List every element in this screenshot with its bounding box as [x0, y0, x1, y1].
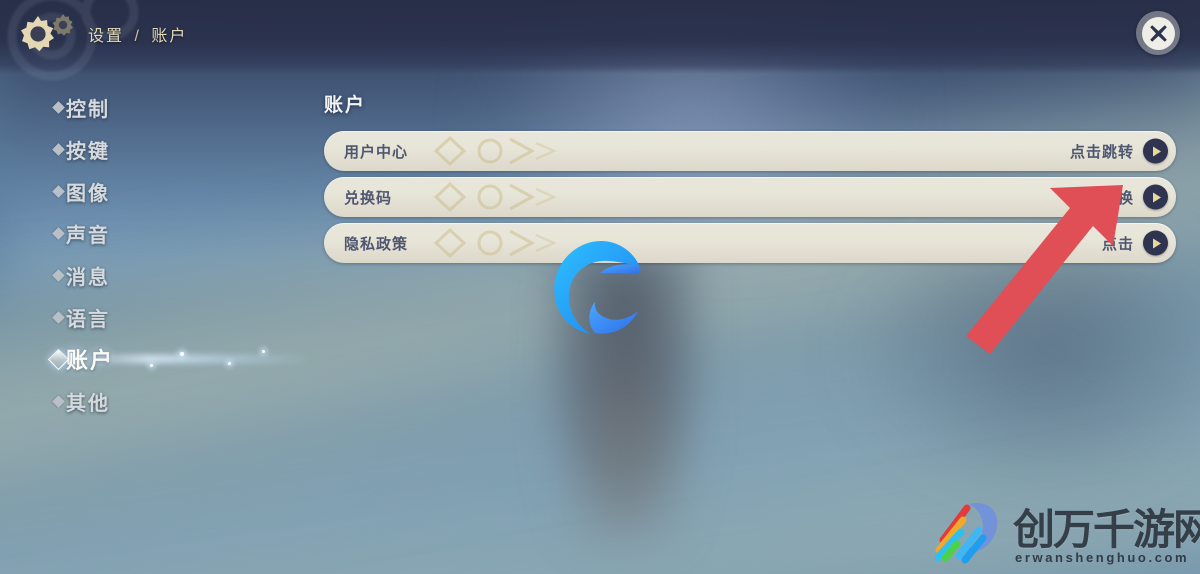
sidebar-item-label: 账户: [66, 348, 115, 373]
sidebar-item-bullet-icon: [52, 100, 65, 114]
option-label: 兑换码: [344, 189, 393, 207]
close-icon: [1149, 24, 1167, 42]
sidebar-item-0[interactable]: 控制: [0, 86, 280, 128]
settings-sidebar: 控制按键图像声音消息语言账户其他: [0, 86, 310, 422]
close-button[interactable]: [1136, 11, 1180, 55]
account-option-row[interactable]: 用户中心 点击跳转: [324, 131, 1176, 171]
chevron-right-icon[interactable]: [1143, 138, 1168, 164]
breadcrumb: 设置 / 账户: [88, 22, 187, 46]
account-option-row[interactable]: 隐私政策 点击: [324, 223, 1176, 263]
sidebar-item-bullet-icon: [52, 394, 65, 408]
sidebar-item-bullet-icon: [52, 310, 65, 324]
page-title: 账户: [324, 95, 367, 116]
option-label: 用户中心: [344, 143, 409, 161]
breadcrumb-root[interactable]: 设置: [88, 28, 124, 45]
sidebar-item-bullet-icon: [52, 184, 65, 198]
option-action-label: 点击: [1101, 235, 1134, 253]
sparkle: [150, 364, 153, 367]
sidebar-item-label: 消息: [66, 266, 110, 289]
sidebar-item-4[interactable]: 消息: [0, 254, 280, 296]
account-option-row[interactable]: 兑换码 前往兑换: [324, 177, 1176, 217]
background-character: [540, 250, 710, 550]
sidebar-item-label: 声音: [66, 224, 110, 247]
sidebar-item-bullet-icon: [52, 268, 65, 282]
sidebar-item-bullet-icon: [52, 226, 65, 240]
chevron-right-icon[interactable]: [1143, 230, 1168, 256]
close-button-inner: [1141, 16, 1175, 50]
breadcrumb-current: 账户: [151, 28, 188, 45]
sidebar-item-3[interactable]: 声音: [0, 212, 280, 254]
sidebar-item-7[interactable]: 其他: [0, 380, 280, 422]
sparkle: [180, 352, 184, 356]
diamond-ornament-icon: [433, 181, 557, 213]
sidebar-item-6[interactable]: 账户: [0, 338, 310, 380]
account-option-list: 用户中心 点击跳转兑换码 前往兑换隐私政策 点击: [324, 131, 1176, 263]
sidebar-item-label: 控制: [66, 98, 110, 121]
gear-icon: [21, 14, 73, 52]
sidebar-item-1[interactable]: 按键: [0, 128, 280, 170]
sidebar-item-2[interactable]: 图像: [0, 170, 280, 212]
chevron-right-glyph: [1153, 146, 1161, 156]
option-action-label: 点击跳转: [1069, 143, 1134, 161]
settings-main-panel: 账户 用户中心 点击跳转兑换码 前往兑换隐私政策 点击: [324, 90, 1176, 269]
diamond-ornament-icon: [433, 227, 557, 259]
sidebar-item-label: 图像: [66, 182, 110, 205]
sidebar-item-label: 语言: [66, 308, 110, 331]
sparkle: [228, 362, 231, 365]
diamond-ornament-icon: [433, 135, 557, 167]
sparkle: [262, 350, 265, 353]
sidebar-item-5[interactable]: 语言: [0, 296, 280, 338]
chevron-right-glyph: [1153, 238, 1161, 248]
sidebar-item-bullet-icon: [52, 142, 65, 156]
breadcrumb-separator: /: [134, 28, 141, 45]
chevron-right-glyph: [1153, 192, 1161, 202]
active-item-glow: [80, 354, 310, 364]
option-label: 隐私政策: [344, 235, 409, 253]
sidebar-item-label: 按键: [66, 140, 110, 163]
sidebar-item-label: 其他: [66, 392, 110, 415]
chevron-right-icon[interactable]: [1143, 184, 1168, 210]
option-action-label: 前往兑换: [1069, 189, 1134, 207]
